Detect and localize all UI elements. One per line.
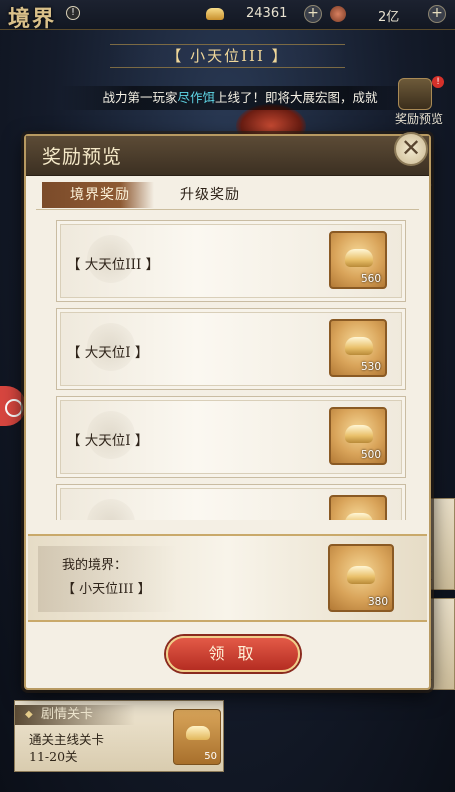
item-amount: 380 [367,596,388,608]
my-realm-label: 我的境界： [62,558,128,573]
current-rank-banner: 【 小天位III 】 [110,44,345,68]
story-card-title: 剧情关卡 [15,705,135,725]
item-amount: 50 [204,751,217,762]
item-amount: 500 [360,449,381,461]
currency-amount: 2亿 [378,10,400,25]
gold-ingot-icon [345,337,373,355]
claim-button[interactable]: 领 取 [166,636,300,672]
gold-ingot-item[interactable]: 500 [329,407,387,465]
dialog-header: 奖励预览 [26,136,429,176]
story-card-description: 通关主线关卡 11-20关 [29,731,104,765]
reward-preview-dialog: 奖励预览 ✕ 境界奖励 升级奖励 【 大天位III 】 560 【 大天位I 】… [24,132,431,690]
gold-amount: 24361 [246,6,288,21]
floating-share-icon[interactable] [0,386,26,426]
gold-ingot-icon [345,425,373,443]
my-realm-panel: 我的境界： 【 小天位III 】 380 [28,534,427,622]
gold-ingot-icon [345,249,373,267]
close-button[interactable]: ✕ [394,132,428,166]
notification-badge: ! [432,76,444,88]
top-bar: 境界 ! 24361 + 2亿 + [0,0,455,32]
add-currency-button[interactable]: + [428,5,446,23]
reward-preview-label: 奖励预览 [394,112,443,126]
item-amount: 530 [360,361,381,373]
tab-bar: 境界奖励 升级奖励 [36,180,419,210]
gold-ingot-item[interactable]: 560 [329,231,387,289]
story-desc-line: 11-20关 [29,749,78,764]
page-title: 境界 [8,6,57,32]
currency-bag-icon [330,6,346,22]
story-level-card[interactable]: 剧情关卡 通关主线关卡 11-20关 50 [14,700,224,772]
reward-row: 【 大天位I 】 530 [56,308,406,390]
reward-preview-button[interactable]: ! 奖励预览 [390,76,444,130]
gold-ingot-icon [345,513,373,520]
reward-rank-label: 【 大天位III 】 [67,257,160,273]
gift-icon [398,78,432,110]
reward-rank-label: 【 大天位I 】 [67,433,149,449]
gold-ingot-item[interactable]: 380 [328,544,394,612]
item-amount: 560 [360,273,381,285]
tab-upgrade-rewards[interactable]: 升级奖励 [180,182,276,208]
my-realm-value: 【 小天位III 】 [62,582,151,597]
tab-realm-rewards[interactable]: 境界奖励 [42,182,154,208]
reward-row [56,484,406,520]
story-desc-line: 通关主线关卡 [29,732,105,747]
gold-ingot-icon [347,566,375,584]
info-icon[interactable]: ! [66,6,80,20]
seal-icon [87,499,135,520]
gold-ingot-item[interactable]: 530 [329,319,387,377]
reward-row: 【 大天位III 】 560 [56,220,406,302]
announcement-marquee: 战力第一玩家尽作饵上线了！即将大展宏图，成就 [60,86,420,110]
gold-ingot-item[interactable]: 50 [173,709,221,765]
gold-ingot-item[interactable] [329,495,387,520]
marquee-suffix: 上线了！即将大展宏图，成就 [215,90,378,105]
marquee-prefix: 战力第一玩家 [102,90,178,105]
gold-ingot-icon [206,8,224,20]
reward-row: 【 大天位I 】 500 [56,396,406,478]
dialog-title: 奖励预览 [42,146,123,168]
reward-list[interactable]: 【 大天位III 】 560 【 大天位I 】 530 【 大天位I 】 500 [56,220,406,520]
marquee-player-name: 尽作饵 [177,90,215,105]
gold-ingot-icon [186,726,210,740]
reward-rank-label: 【 大天位I 】 [67,345,149,361]
add-gold-button[interactable]: + [304,5,322,23]
